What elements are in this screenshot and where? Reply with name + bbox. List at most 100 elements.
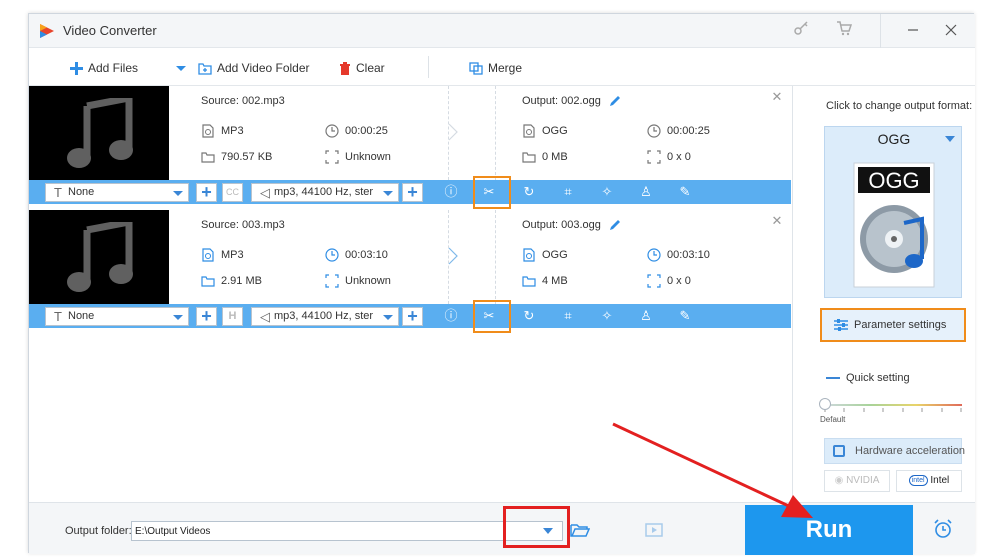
format-name: OGG xyxy=(877,131,911,147)
window-title: Video Converter xyxy=(63,23,157,38)
clear-button[interactable]: Clear xyxy=(339,59,385,77)
merge-icon xyxy=(469,62,483,75)
folder-icon xyxy=(522,152,536,163)
trash-icon xyxy=(340,62,350,76)
clock-icon xyxy=(325,124,339,138)
edit-note-icon[interactable]: ✎ xyxy=(676,308,694,324)
pencil-icon[interactable] xyxy=(609,95,621,107)
add-files-dropdown[interactable] xyxy=(175,59,187,77)
remove-item-icon[interactable]: ✕ xyxy=(770,214,784,228)
audio-track-select[interactable]: ◁ mp3, 44100 Hz, ster xyxy=(251,307,399,326)
output-duration: 00:00:25 xyxy=(647,124,710,138)
quick-setting: Quick setting xyxy=(826,372,910,384)
parameter-settings-button[interactable]: Parameter settings xyxy=(820,308,966,342)
chevron-down-icon xyxy=(945,136,955,142)
cc-icon[interactable]: CC xyxy=(222,183,243,202)
resolution-icon xyxy=(325,150,339,164)
hardware-acceleration-button[interactable]: Hardware acceleration xyxy=(824,438,965,464)
speaker-icon: ◁ xyxy=(260,309,270,324)
output-size: 0 MB xyxy=(522,150,568,164)
edit-bar: T None + H ◁ mp3, 44100 Hz, ster + ⓘ ✂ ↻ ⌗… xyxy=(29,304,791,328)
info-icon[interactable]: ⓘ xyxy=(442,184,460,200)
effects-wand-icon[interactable]: ✧ xyxy=(598,184,616,200)
slider-default-label: Default xyxy=(820,415,846,424)
open-folder-icon[interactable] xyxy=(570,522,590,538)
music-note-icon xyxy=(67,222,133,292)
source-size: 2.91 MB xyxy=(201,274,262,288)
crop-icon[interactable]: ⌗ xyxy=(559,184,577,200)
merge-label: Merge xyxy=(488,61,523,75)
folder-icon xyxy=(522,276,536,287)
title-bar: Video Converter xyxy=(29,14,975,48)
nvidia-chip[interactable]: ◉ NVIDIA xyxy=(824,470,890,492)
source-resolution: Unknown xyxy=(325,274,391,288)
speaker-icon: ◁ xyxy=(260,185,270,200)
file-item[interactable]: Source: 003.mp3 MP3 00:03:10 2.91 MB Unk… xyxy=(29,210,791,333)
output-format: OGG xyxy=(522,124,568,138)
alarm-clock-icon[interactable] xyxy=(933,519,953,539)
file-list: Source: 002.mp3 MP3 00:00:25 790.57 KB U… xyxy=(29,86,793,502)
svg-text:OGG: OGG xyxy=(868,168,919,193)
intel-chip[interactable]: intel Intel xyxy=(896,470,962,492)
quality-slider-track[interactable] xyxy=(824,404,962,406)
video-folder-icon[interactable] xyxy=(645,522,665,538)
add-files-button[interactable]: Add Files xyxy=(70,59,138,77)
watermark-stamp-icon[interactable]: ♙ xyxy=(637,184,655,200)
clock-icon xyxy=(647,248,661,262)
app-window: Video Converter Add Files Add Video Fold… xyxy=(28,13,975,555)
source-resolution: Unknown xyxy=(325,150,391,164)
file-item[interactable]: Source: 002.mp3 MP3 00:00:25 790.57 KB U… xyxy=(29,86,791,209)
divider xyxy=(495,210,496,304)
ogg-format-icon: OGG xyxy=(853,162,935,288)
nvidia-logo-icon: ◉ xyxy=(834,475,847,486)
media-file-icon xyxy=(202,248,214,262)
app-logo-icon xyxy=(40,24,54,38)
plus-icon xyxy=(70,62,83,76)
output-name: Output: 002.ogg xyxy=(522,95,621,107)
minimize-icon[interactable] xyxy=(902,20,924,42)
chevron-down-icon xyxy=(176,66,186,71)
output-resolution: 0 x 0 xyxy=(647,274,691,288)
audio-thumbnail xyxy=(29,86,169,180)
edit-bar: T None + CC ◁ mp3, 44100 Hz, ster + ⓘ ✂ ↻ … xyxy=(29,180,791,204)
subtitle-select[interactable]: T None xyxy=(45,307,189,326)
subtitle-select[interactable]: T None xyxy=(45,183,189,202)
text-icon: T xyxy=(54,309,62,324)
h-icon[interactable]: H xyxy=(222,307,243,326)
add-video-folder-button[interactable]: Add Video Folder xyxy=(198,59,310,77)
audio-track-select[interactable]: ◁ mp3, 44100 Hz, ster xyxy=(251,183,399,202)
toolbar-divider xyxy=(428,56,429,78)
info-icon[interactable]: ⓘ xyxy=(442,308,460,324)
merge-button[interactable]: Merge xyxy=(469,59,522,77)
pencil-icon[interactable] xyxy=(609,219,621,231)
effects-wand-icon[interactable]: ✧ xyxy=(598,308,616,324)
close-icon[interactable] xyxy=(940,20,962,42)
output-format-panel: Click to change output format: OGG OGG P… xyxy=(810,86,975,502)
media-file-icon xyxy=(202,124,214,138)
watermark-stamp-icon[interactable]: ♙ xyxy=(637,308,655,324)
output-folder-input[interactable] xyxy=(131,521,563,541)
rotate-icon[interactable]: ↻ xyxy=(520,308,538,324)
quality-slider-knob[interactable] xyxy=(819,398,831,410)
source-format: MP3 xyxy=(201,248,244,262)
add-subtitle-button[interactable]: + xyxy=(196,183,217,202)
crop-icon[interactable]: ⌗ xyxy=(559,308,577,324)
edit-note-icon[interactable]: ✎ xyxy=(676,184,694,200)
clock-icon xyxy=(325,248,339,262)
output-folder-label: Output folder: xyxy=(65,525,132,537)
add-audio-button[interactable]: + xyxy=(402,307,423,326)
chevron-right-icon xyxy=(448,123,458,141)
remove-item-icon[interactable]: ✕ xyxy=(770,90,784,104)
cut-highlight xyxy=(473,300,511,333)
add-audio-button[interactable]: + xyxy=(402,183,423,202)
add-subtitle-button[interactable]: + xyxy=(196,307,217,326)
resolution-icon xyxy=(647,150,661,164)
output-format-selector[interactable]: OGG OGG xyxy=(824,126,962,298)
output-format: OGG xyxy=(522,248,568,262)
cart-icon[interactable] xyxy=(833,20,855,42)
rotate-icon[interactable]: ↻ xyxy=(520,184,538,200)
run-button[interactable]: Run xyxy=(745,505,913,555)
source-size: 790.57 KB xyxy=(201,150,272,164)
output-folder-dropdown-highlight xyxy=(503,506,570,548)
key-icon[interactable] xyxy=(790,20,812,42)
